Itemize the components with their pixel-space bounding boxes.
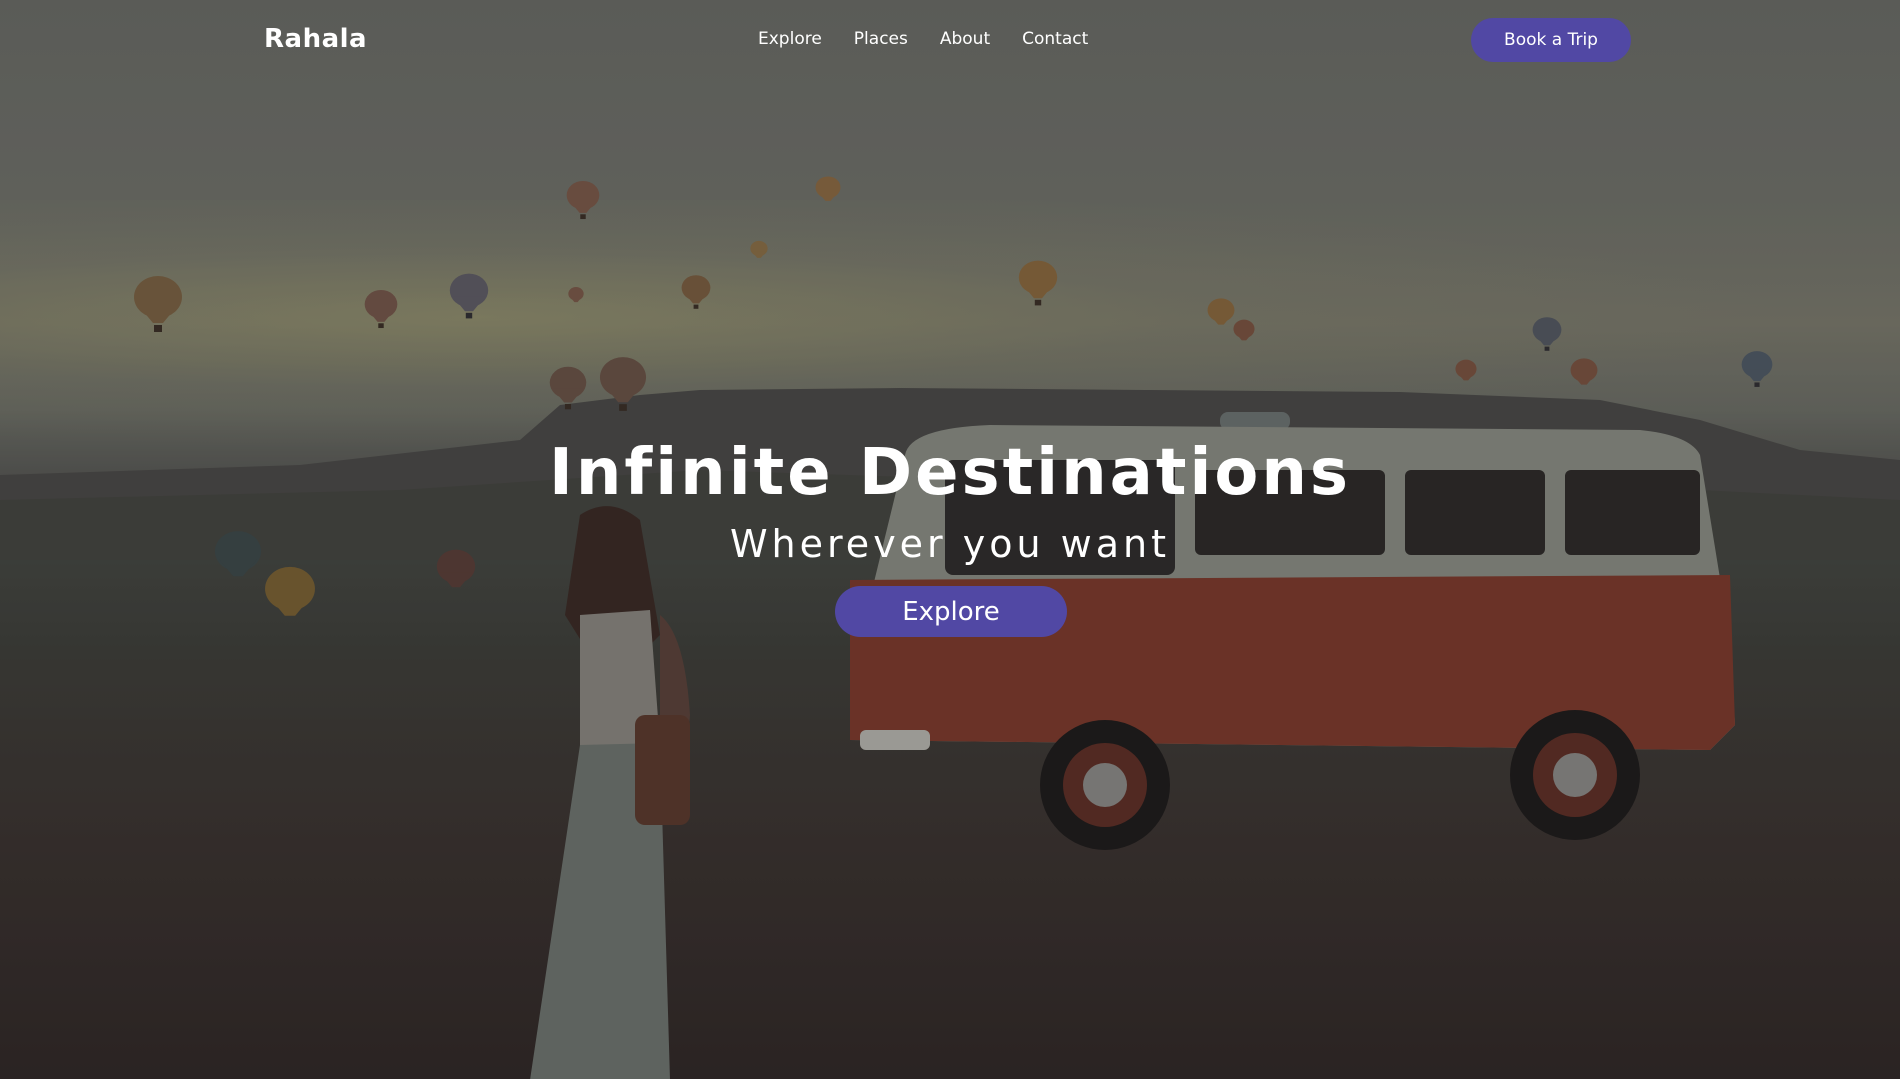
hero-section: Rahala Explore Places About Contact Book… <box>0 0 1900 1079</box>
hero-title: Infinite Destinations <box>549 436 1351 510</box>
nav-link-about[interactable]: About <box>940 29 990 49</box>
hero-subtitle: Wherever you want <box>729 522 1171 566</box>
nav-link-explore[interactable]: Explore <box>758 29 822 49</box>
nav-link-places[interactable]: Places <box>854 29 908 49</box>
explore-button[interactable]: Explore <box>835 586 1067 637</box>
navbar: Rahala Explore Places About Contact Book… <box>0 0 1900 80</box>
book-a-trip-button[interactable]: Book a Trip <box>1471 18 1631 62</box>
nav-links: Explore Places About Contact <box>758 29 1088 49</box>
nav-link-contact[interactable]: Contact <box>1022 29 1088 49</box>
brand-logo[interactable]: Rahala <box>264 24 367 54</box>
